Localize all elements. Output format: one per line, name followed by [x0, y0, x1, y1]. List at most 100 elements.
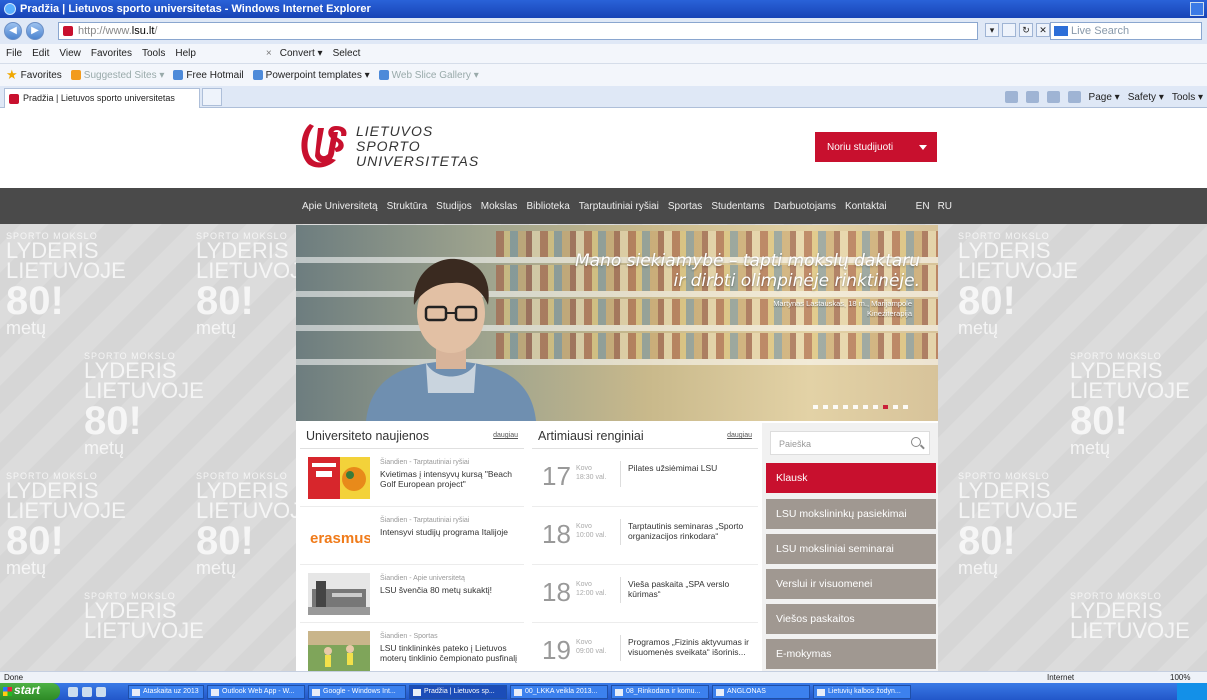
- minimize-button[interactable]: [1190, 2, 1204, 16]
- new-tab-button[interactable]: [202, 88, 222, 106]
- convert-button[interactable]: Convert ▾: [280, 48, 323, 59]
- sidebar-button-paskaitos[interactable]: Viešos paskaitos: [766, 604, 936, 634]
- fav-free-hotmail[interactable]: Free Hotmail: [173, 70, 244, 81]
- sidebar-button-seminarai[interactable]: LSU moksliniai seminarai: [766, 534, 936, 564]
- close-toolbar-icon[interactable]: ×: [266, 48, 272, 59]
- sidebar-button-emokymas[interactable]: E-mokymas: [766, 639, 936, 669]
- slider-dot[interactable]: [843, 405, 848, 409]
- start-button[interactable]: start: [0, 683, 60, 700]
- lang-en[interactable]: EN: [916, 201, 930, 212]
- lsu-logo-icon[interactable]: [296, 120, 350, 170]
- forward-button[interactable]: ▶: [26, 22, 44, 40]
- sidebar-button-verslui[interactable]: Verslui ir visuomenei: [766, 569, 936, 599]
- news-title[interactable]: Intensyvi studijų programa Italijoje: [380, 527, 518, 537]
- nav-sportas[interactable]: Sportas: [668, 201, 702, 212]
- study-dropdown-button[interactable]: Noriu studijuoti: [815, 132, 937, 162]
- address-input[interactable]: http://www. lsu.lt /: [58, 22, 978, 40]
- back-button[interactable]: ◀: [4, 22, 22, 40]
- fav-powerpoint-templates[interactable]: Powerpoint templates ▾: [252, 70, 370, 81]
- print-icon[interactable]: [1067, 91, 1081, 103]
- event-title[interactable]: Pilates užsiėmimai LSU: [628, 463, 752, 473]
- news-item[interactable]: Šiandien - Apie universitetą LSU švenčia…: [300, 565, 524, 623]
- compatibility-icon[interactable]: [1002, 23, 1016, 37]
- nav-tarptautiniai[interactable]: Tarptautiniai ryšiai: [579, 201, 659, 212]
- menu-file[interactable]: File: [6, 48, 22, 59]
- feeds-icon[interactable]: [1025, 91, 1039, 103]
- slider-dot[interactable]: [873, 405, 878, 409]
- event-title[interactable]: Vieša paskaita „SPA verslo kūrimas“: [628, 579, 752, 599]
- dropdown-icon[interactable]: ▾: [985, 23, 999, 37]
- slider-dot-active[interactable]: [883, 405, 888, 409]
- nav-darbuotojams[interactable]: Darbuotojams: [774, 201, 836, 212]
- hero-banner[interactable]: Mano siekiamybė – tapti mokslų daktaru i…: [296, 225, 938, 421]
- slider-dot[interactable]: [833, 405, 838, 409]
- event-item[interactable]: 18 Kovo 12:00 val. Vieša paskaita „SPA ve…: [532, 565, 758, 623]
- safety-menu[interactable]: Safety ▾: [1128, 92, 1164, 103]
- slider-dot[interactable]: [823, 405, 828, 409]
- live-search-input[interactable]: Live Search: [1050, 22, 1202, 40]
- nav-studentams[interactable]: Studentams: [711, 201, 764, 212]
- taskbar-item[interactable]: Google - Windows Int...: [308, 684, 406, 699]
- event-title[interactable]: Programos „Fizinis aktyvumas ir visuomen…: [628, 637, 752, 657]
- news-item[interactable]: Šiandien - Sportas LSU tinklininkės pate…: [300, 623, 524, 671]
- menu-tools[interactable]: Tools: [142, 48, 165, 59]
- nav-apie[interactable]: Apie Universitetą: [302, 201, 378, 212]
- news-title[interactable]: LSU tinklininkės pateko į Lietuvos moter…: [380, 643, 518, 663]
- sidebar-button-klausk[interactable]: Klausk: [766, 463, 936, 493]
- zoom-level[interactable]: 100%: [1170, 673, 1190, 682]
- site-search-input[interactable]: Paieška: [770, 431, 930, 455]
- select-button[interactable]: Select: [333, 48, 361, 59]
- fav-web-slice-gallery[interactable]: Web Slice Gallery ▾: [378, 70, 479, 81]
- news-item[interactable]: Šiandien - Tarptautiniai ryšiai Kvietima…: [300, 449, 524, 507]
- taskbar-item[interactable]: Outlook Web App - W...: [207, 684, 305, 699]
- search-icon[interactable]: [911, 437, 921, 447]
- page-menu[interactable]: Page ▾: [1089, 92, 1120, 103]
- taskbar-item[interactable]: 00_LKKA veikla 2013...: [510, 684, 608, 699]
- event-item[interactable]: 19 Kovo 09:00 val. Programos „Fizinis akt…: [532, 623, 758, 671]
- menu-help[interactable]: Help: [175, 48, 196, 59]
- slider-dot[interactable]: [813, 405, 818, 409]
- home-icon[interactable]: [1004, 91, 1018, 103]
- news-title[interactable]: LSU švenčia 80 metų sukaktį!: [380, 585, 518, 595]
- explorer-quicklaunch-icon[interactable]: [82, 686, 92, 697]
- slider-dot[interactable]: [853, 405, 858, 409]
- menu-view[interactable]: View: [59, 48, 81, 59]
- event-item[interactable]: 17 Kovo 18:30 val. Pilates užsiėmimai LSU: [532, 449, 758, 507]
- browser-tab-active[interactable]: Pradžia | Lietuvos sporto universitetas: [4, 88, 200, 108]
- system-tray[interactable]: [1177, 683, 1207, 700]
- taskbar-item-active[interactable]: Pradžia | Lietuvos sp...: [409, 684, 507, 699]
- events-more-link[interactable]: daugiau: [727, 432, 752, 439]
- taskbar-item[interactable]: ANGLONAS: [712, 684, 810, 699]
- event-item[interactable]: 18 Kovo 10:00 val. Tarptautinis seminaras…: [532, 507, 758, 565]
- desktop-quicklaunch-icon[interactable]: [96, 686, 106, 697]
- nav-kontaktai[interactable]: Kontaktai: [845, 201, 887, 212]
- mail-icon[interactable]: [1046, 91, 1060, 103]
- ie-quicklaunch-icon[interactable]: [68, 686, 78, 697]
- sidebar-button-pasiekimai[interactable]: LSU mokslininkų pasiekimai: [766, 499, 936, 529]
- news-more-link[interactable]: daugiau: [493, 432, 518, 439]
- news-title[interactable]: Kvietimas į intensyvų kursą "Beach Golf …: [380, 469, 518, 489]
- menu-favorites[interactable]: Favorites: [91, 48, 132, 59]
- fav-suggested-sites[interactable]: Suggested Sites ▾: [70, 70, 164, 81]
- taskbar-item[interactable]: 08_Rinkodara ir komu...: [611, 684, 709, 699]
- nav-struktura[interactable]: Struktūra: [387, 201, 428, 212]
- stop-icon[interactable]: ✕: [1036, 23, 1050, 37]
- refresh-icon[interactable]: ↻: [1019, 23, 1033, 37]
- slider-dot[interactable]: [903, 405, 908, 409]
- watermark-left-4: SPORTO MOKSLO LYDERIS LIETUVOJE 80! metų: [6, 472, 126, 578]
- lang-ru[interactable]: RU: [938, 201, 952, 212]
- nav-mokslas[interactable]: Mokslas: [481, 201, 518, 212]
- favorites-button[interactable]: Favorites: [21, 70, 62, 81]
- window-title-bar: Pradžia | Lietuvos sporto universitetas …: [0, 0, 1207, 18]
- event-title[interactable]: Tarptautinis seminaras „Sporto organizac…: [628, 521, 752, 541]
- slider-dot[interactable]: [893, 405, 898, 409]
- nav-biblioteka[interactable]: Biblioteka: [526, 201, 569, 212]
- taskbar-item[interactable]: Ataskaita uz 2013: [128, 684, 204, 699]
- nav-studijos[interactable]: Studijos: [436, 201, 472, 212]
- news-item[interactable]: erasmus Šiandien - Tarptautiniai ryšiai …: [300, 507, 524, 565]
- tools-menu[interactable]: Tools ▾: [1172, 92, 1203, 103]
- watermark-right-1: SPORTO MOKSLO LYDERIS LIETUVOJE 80! metų: [958, 232, 1078, 338]
- menu-edit[interactable]: Edit: [32, 48, 49, 59]
- slider-dot[interactable]: [863, 405, 868, 409]
- taskbar-item[interactable]: Lietuvių kalbos žodyn...: [813, 684, 911, 699]
